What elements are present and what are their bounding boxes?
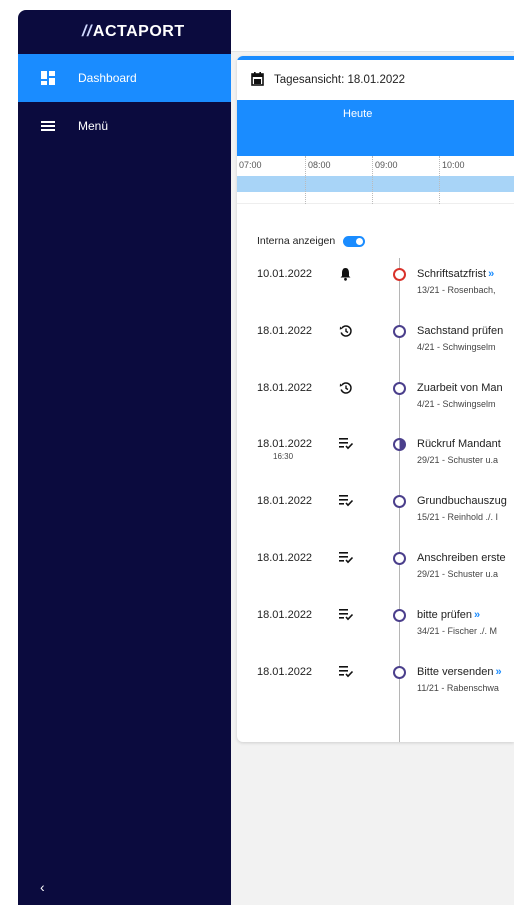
entry-case: 15/21 - Reinhold ./. I (417, 512, 499, 522)
entry-title-text: Grundbuchauszug (417, 495, 507, 507)
sidebar-item-label: Dashboard (78, 71, 137, 85)
entry-title[interactable]: bitte prüfen» (417, 609, 480, 621)
sidebar-item-dashboard[interactable]: Dashboard (18, 54, 231, 102)
history-icon (339, 381, 353, 395)
hour-label: 10:00 (442, 160, 465, 170)
status-dot (393, 382, 406, 395)
history-icon (339, 324, 353, 338)
checklist-icon (339, 551, 354, 565)
status-dot (393, 438, 406, 451)
timeline-entry[interactable]: 18.01.2022 bitte prüfen» 34/21 - Fischer .… (237, 609, 514, 649)
timeline-entry[interactable]: 18.01.2022 16:30 Rückruf Mandant 29/21 - Sc… (237, 438, 514, 478)
entry-date: 10.01.2022 (257, 268, 313, 280)
entry-date: 18.01.2022 (257, 609, 313, 621)
interna-label: Interna anzeigen (257, 235, 336, 247)
timeline-entry[interactable]: 18.01.2022 Zuarbeit von Man 4/21 - Schwing… (237, 382, 514, 422)
entry-title-text: Schriftsatzfrist (417, 268, 487, 280)
interna-toggle-row: Interna anzeigen (257, 235, 366, 247)
timeline-entry[interactable]: 18.01.2022 Bitte versenden» 11/21 - Rabens… (237, 666, 514, 706)
card-title: Tagesansicht: 18.01.2022 (274, 74, 406, 86)
entry-title-text: Zuarbeit von Man (417, 382, 503, 394)
sidebar-item-menu[interactable]: Menü (18, 102, 231, 150)
more-link[interactable]: » (495, 666, 501, 678)
entry-title-text: Bitte versenden (417, 666, 494, 678)
entry-title-text: Sachstand prüfen (417, 325, 504, 337)
status-dot (393, 609, 406, 622)
timeline-entry[interactable]: 18.01.2022 Sachstand prüfen 4/21 - Schwing… (237, 325, 514, 365)
entry-case: 29/21 - Schuster u.a (417, 455, 499, 465)
entry-case: 34/21 - Fischer ./. M (417, 626, 498, 636)
entry-case: 13/21 - Rosenbach, (417, 285, 496, 295)
today-button[interactable]: Heute (237, 100, 514, 128)
entry-date: 18.01.2022 (257, 382, 313, 394)
hour-scale: 07:00 08:00 09:00 10:00 (237, 156, 514, 204)
entry-title[interactable]: Rückruf Mandant (417, 438, 503, 450)
timeline-entry[interactable]: 18.01.2022 Grundbuchauszug 15/21 - Reinhol… (237, 495, 514, 535)
interna-toggle[interactable] (343, 235, 366, 247)
checklist-icon (339, 437, 354, 451)
entry-date: 18.01.2022 (257, 325, 313, 337)
sidebar: // ACTAPORT Dashboard Menü ‹ (18, 10, 231, 905)
dashboard-icon (40, 70, 56, 86)
entry-title-text: bitte prüfen (417, 609, 473, 621)
entry-date: 18.01.2022 (257, 552, 313, 564)
more-link[interactable]: » (488, 268, 494, 280)
entry-title[interactable]: Grundbuchauszug (417, 495, 509, 507)
sidebar-item-label: Menü (78, 119, 109, 133)
hour-label: 08:00 (308, 160, 331, 170)
entry-title-text: Rückruf Mandant (417, 438, 501, 450)
time-bar[interactable] (237, 176, 514, 192)
menu-icon (40, 118, 56, 134)
timeline-entry[interactable]: 18.01.2022 Anschreiben erste 29/21 - Schus… (237, 552, 514, 592)
hour-gridline (372, 156, 373, 204)
entry-case: 29/21 - Schuster u.a (417, 569, 499, 579)
status-dot (393, 666, 406, 679)
logo-text: ACTAPORT (92, 23, 185, 40)
entry-date: 18.01.2022 (257, 438, 313, 450)
hour-gridline (305, 156, 306, 204)
calendar-icon (251, 71, 264, 89)
status-dot (393, 495, 406, 508)
entry-title[interactable]: Sachstand prüfen (417, 325, 505, 337)
collapse-sidebar-button[interactable]: ‹ (40, 879, 45, 895)
hour-label: 07:00 (239, 160, 262, 170)
status-dot (393, 325, 406, 338)
entry-title-text: Anschreiben erste (417, 552, 506, 564)
logo: // ACTAPORT (18, 10, 231, 54)
entry-case: 4/21 - Schwingselm (417, 342, 496, 352)
entry-title[interactable]: Schriftsatzfrist» (417, 268, 494, 280)
entry-date: 18.01.2022 (257, 495, 313, 507)
entry-title[interactable]: Bitte versenden» (417, 666, 502, 678)
hour-label: 09:00 (375, 160, 398, 170)
card-header: Tagesansicht: 18.01.2022 (237, 60, 514, 100)
day-view-card: Tagesansicht: 18.01.2022 Heute 07:00 08:… (237, 56, 514, 742)
hour-gridline (439, 156, 440, 204)
checklist-icon (339, 665, 354, 679)
status-dot (393, 552, 406, 565)
entry-case: 4/21 - Schwingselm (417, 399, 496, 409)
logo-prefix: // (82, 23, 92, 40)
more-link[interactable]: » (474, 609, 480, 621)
checklist-icon (339, 494, 354, 508)
today-label: Heute (343, 108, 373, 120)
status-dot (393, 268, 406, 281)
entry-title[interactable]: Zuarbeit von Man (417, 382, 505, 394)
timebar-spacer (237, 192, 514, 204)
entry-title[interactable]: Anschreiben erste (417, 552, 508, 564)
checklist-icon (339, 608, 354, 622)
entry-time: 16:30 (273, 452, 294, 461)
bell-icon (339, 267, 353, 281)
entry-date: 18.01.2022 (257, 666, 313, 678)
timeline-entry[interactable]: 10.01.2022 Schriftsatzfrist» 13/21 - Rosen… (237, 268, 514, 308)
top-header (231, 10, 514, 52)
tab-spacer (237, 128, 514, 156)
entry-case: 11/21 - Rabenschwa (417, 683, 499, 693)
